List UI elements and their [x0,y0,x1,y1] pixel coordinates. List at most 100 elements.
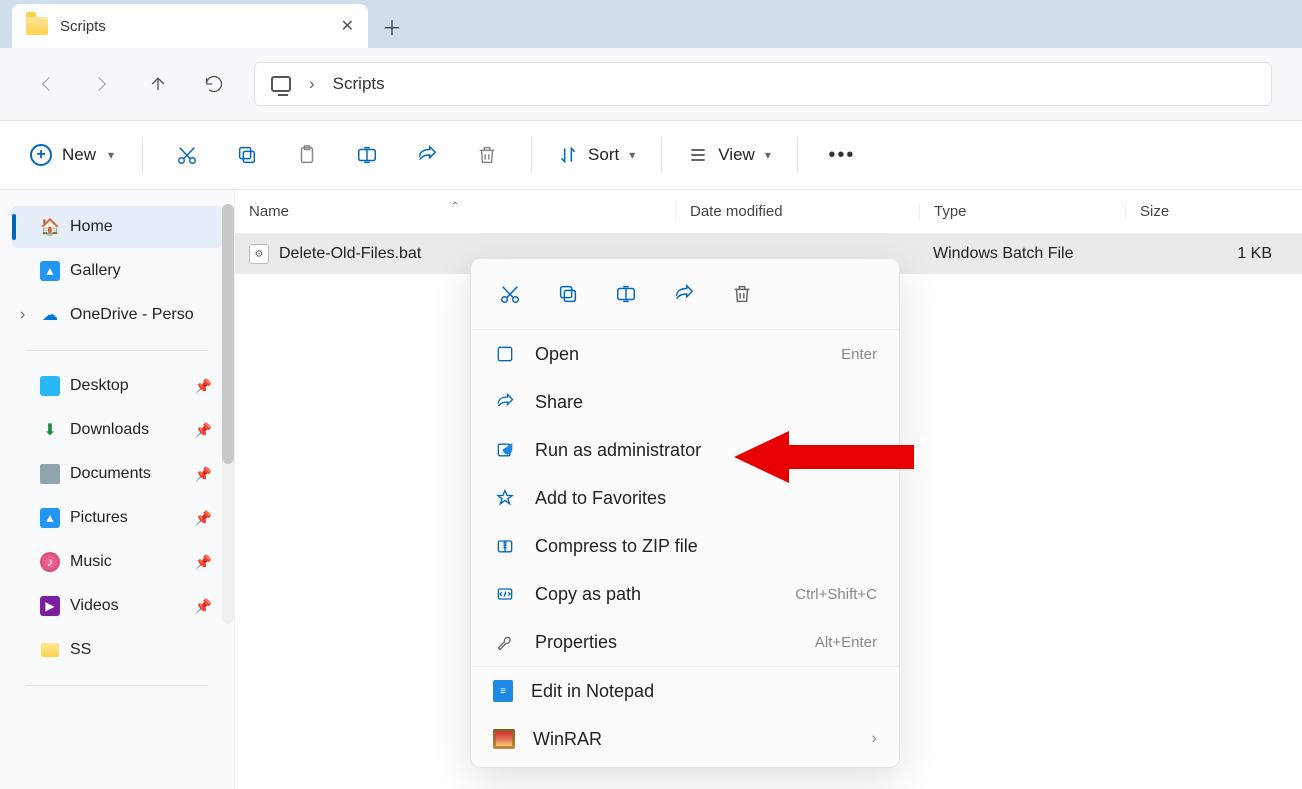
onedrive-icon: ☁ [40,305,60,325]
ctx-label: Compress to ZIP file [535,536,698,557]
sidebar-label: OneDrive - Perso [70,306,194,324]
close-tab-icon[interactable]: ✕ [341,16,354,36]
scrollbar-thumb[interactable] [222,204,234,464]
pin-icon: 📌 [195,510,212,527]
delete-icon[interactable] [731,283,753,305]
folder-icon [26,17,48,35]
new-button[interactable]: + New ▾ [20,135,124,175]
ctx-edit-in-notepad[interactable]: ≡ Edit in Notepad [471,667,899,715]
chevron-right-icon: › [872,730,877,748]
chevron-down-icon: ▾ [108,148,114,162]
new-tab-button[interactable]: ＋ [368,4,416,48]
sidebar-label: Documents [70,465,151,483]
sidebar-item-ss[interactable]: SS [12,629,222,671]
view-button[interactable]: View ▾ [680,135,779,175]
delete-button[interactable] [461,135,513,175]
share-button[interactable] [401,135,453,175]
chevron-down-icon: ▾ [765,148,771,162]
col-date-modified[interactable]: Date modified [675,203,919,220]
pin-icon: 📌 [195,466,212,483]
cut-button[interactable] [161,135,213,175]
up-button[interactable] [130,64,186,104]
ctx-label: WinRAR [533,729,602,750]
sidebar-item-videos[interactable]: ▶ Videos 📌 [12,585,222,627]
copy-icon[interactable] [557,283,579,305]
rename-icon[interactable] [615,283,637,305]
ctx-label: Copy as path [535,584,641,605]
shield-icon [493,440,517,460]
tab-current[interactable]: Scripts ✕ [12,4,368,48]
refresh-button[interactable] [186,64,242,104]
pin-icon: 📌 [195,422,212,439]
sidebar-label: Home [70,218,113,236]
ctx-hint: Enter [841,346,877,363]
ctx-copy-as-path[interactable]: Copy as path Ctrl+Shift+C [471,570,899,618]
ctx-hint: Alt+Enter [815,634,877,651]
more-button[interactable]: ••• [816,135,868,175]
ctx-label: Edit in Notepad [531,681,654,702]
sidebar-label: Downloads [70,421,149,439]
sidebar-item-gallery[interactable]: ▲ Gallery [12,250,222,292]
winrar-icon [493,729,515,749]
pin-icon: 📌 [195,598,212,615]
ctx-properties[interactable]: Properties Alt+Enter [471,618,899,666]
videos-icon: ▶ [40,596,60,616]
forward-button[interactable] [74,64,130,104]
sidebar-label: Music [70,553,112,571]
breadcrumb-current[interactable]: Scripts [333,74,385,94]
folder-icon [40,640,60,660]
ctx-hint: Ctrl+Shift+C [795,586,877,603]
share-icon[interactable] [673,283,695,305]
chevron-down-icon: ▾ [629,148,635,162]
home-icon: 🏠 [40,217,60,237]
sidebar-item-onedrive[interactable]: ☁ OneDrive - Perso [12,294,222,336]
ctx-label: Open [535,344,579,365]
downloads-icon: ⬇ [40,420,60,440]
back-button[interactable] [18,64,74,104]
sidebar: 🏠 Home ▲ Gallery ☁ OneDrive - Perso Desk… [0,190,235,789]
file-size: 1 KB [1125,245,1302,263]
sidebar-item-home[interactable]: 🏠 Home [12,206,222,248]
music-icon: ♪ [40,552,60,572]
cut-icon[interactable] [499,283,521,305]
pc-icon [271,76,291,92]
ctx-compress-zip[interactable]: Compress to ZIP file [471,522,899,570]
copy-button[interactable] [221,135,273,175]
ctx-share[interactable]: Share [471,378,899,426]
titlebar: Scripts ✕ ＋ [0,0,1302,48]
sort-button[interactable]: Sort ▾ [550,135,643,175]
rename-button[interactable] [341,135,393,175]
copy-path-icon [493,584,517,604]
sidebar-item-downloads[interactable]: ⬇ Downloads 📌 [12,409,222,451]
file-type: Windows Batch File [919,245,1125,263]
col-type[interactable]: Type [919,203,1125,220]
gallery-icon: ▲ [40,261,60,281]
wrench-icon [493,632,517,652]
ctx-label: Run as administrator [535,440,701,461]
ctx-open[interactable]: Open Enter [471,330,899,378]
sort-label: Sort [588,145,619,165]
share-icon [493,392,517,412]
new-label: New [62,145,96,165]
ctx-label: Properties [535,632,617,653]
sidebar-label: Pictures [70,509,128,527]
sidebar-item-documents[interactable]: Documents 📌 [12,453,222,495]
ctx-add-to-favorites[interactable]: Add to Favorites [471,474,899,522]
paste-button[interactable] [281,135,333,175]
star-icon [493,488,517,508]
ctx-run-as-administrator[interactable]: Run as administrator [471,426,899,474]
sidebar-item-music[interactable]: ♪ Music 📌 [12,541,222,583]
batch-file-icon: ⚙ [249,244,269,264]
address-bar[interactable]: › Scripts [254,62,1272,106]
sidebar-item-pictures[interactable]: ▲ Pictures 📌 [12,497,222,539]
ctx-winrar[interactable]: WinRAR › [471,715,899,763]
chevron-right-icon: › [309,74,315,94]
sidebar-label: Desktop [70,377,129,395]
sidebar-label: Videos [70,597,119,615]
col-name[interactable]: ⌃ Name [235,203,675,220]
toolbar: + New ▾ Sort ▾ View ▾ ••• [0,120,1302,190]
sidebar-item-desktop[interactable]: Desktop 📌 [12,365,222,407]
col-size[interactable]: Size [1125,203,1302,220]
sort-ascending-icon: ⌃ [451,201,459,212]
sidebar-label: SS [70,641,91,659]
